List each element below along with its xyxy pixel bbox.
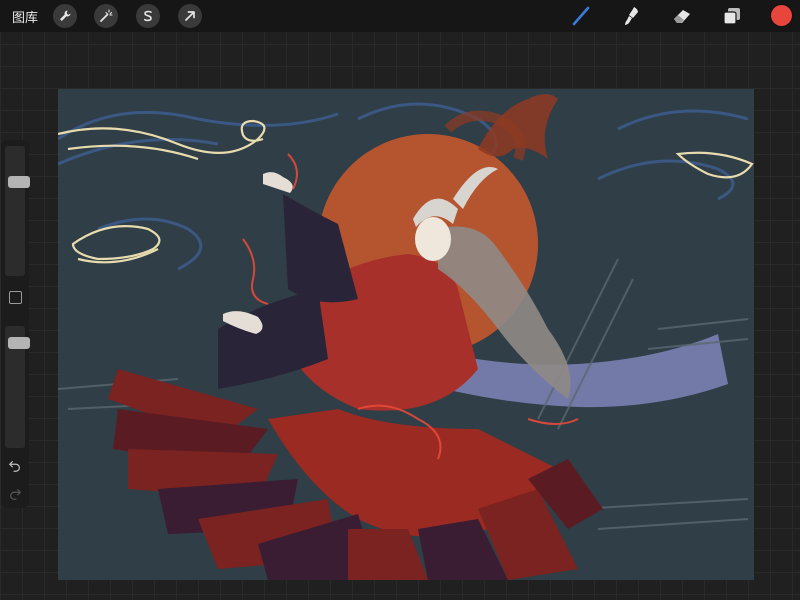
- color-picker-button[interactable]: [771, 5, 792, 26]
- brush-icon: [570, 5, 592, 27]
- selection-s-icon: [141, 9, 155, 23]
- transform-button[interactable]: [178, 4, 202, 28]
- top-toolbar: 图库: [0, 0, 800, 32]
- brush-size-thumb[interactable]: [8, 176, 30, 188]
- layers-icon: [721, 5, 743, 27]
- layers-button[interactable]: [720, 5, 744, 27]
- wrench-icon: [58, 9, 72, 23]
- arrow-transform-icon: [183, 9, 197, 23]
- actions-button[interactable]: [53, 4, 77, 28]
- face: [415, 217, 451, 261]
- opacity-slider[interactable]: [5, 326, 30, 448]
- magic-wand-icon: [99, 9, 113, 23]
- redo-button[interactable]: [7, 486, 23, 502]
- eraser-tool-button[interactable]: [670, 5, 694, 27]
- eraser-icon: [671, 5, 693, 27]
- redo-icon: [8, 487, 22, 501]
- adjustments-button[interactable]: [94, 4, 118, 28]
- brush-tool-button[interactable]: [569, 5, 593, 27]
- undo-button[interactable]: [7, 458, 23, 474]
- smudge-tool-button[interactable]: [620, 5, 644, 27]
- left-sidebar: [1, 140, 30, 508]
- brush-size-slider[interactable]: [5, 146, 30, 276]
- smudge-icon: [621, 5, 643, 27]
- modify-square[interactable]: [9, 291, 22, 304]
- drawing-canvas[interactable]: [58, 89, 754, 580]
- selection-button[interactable]: [136, 4, 160, 28]
- gallery-button[interactable]: 图库: [12, 7, 38, 26]
- undo-icon: [8, 459, 22, 473]
- artwork-illustration: [58, 89, 754, 580]
- opacity-thumb[interactable]: [8, 337, 30, 349]
